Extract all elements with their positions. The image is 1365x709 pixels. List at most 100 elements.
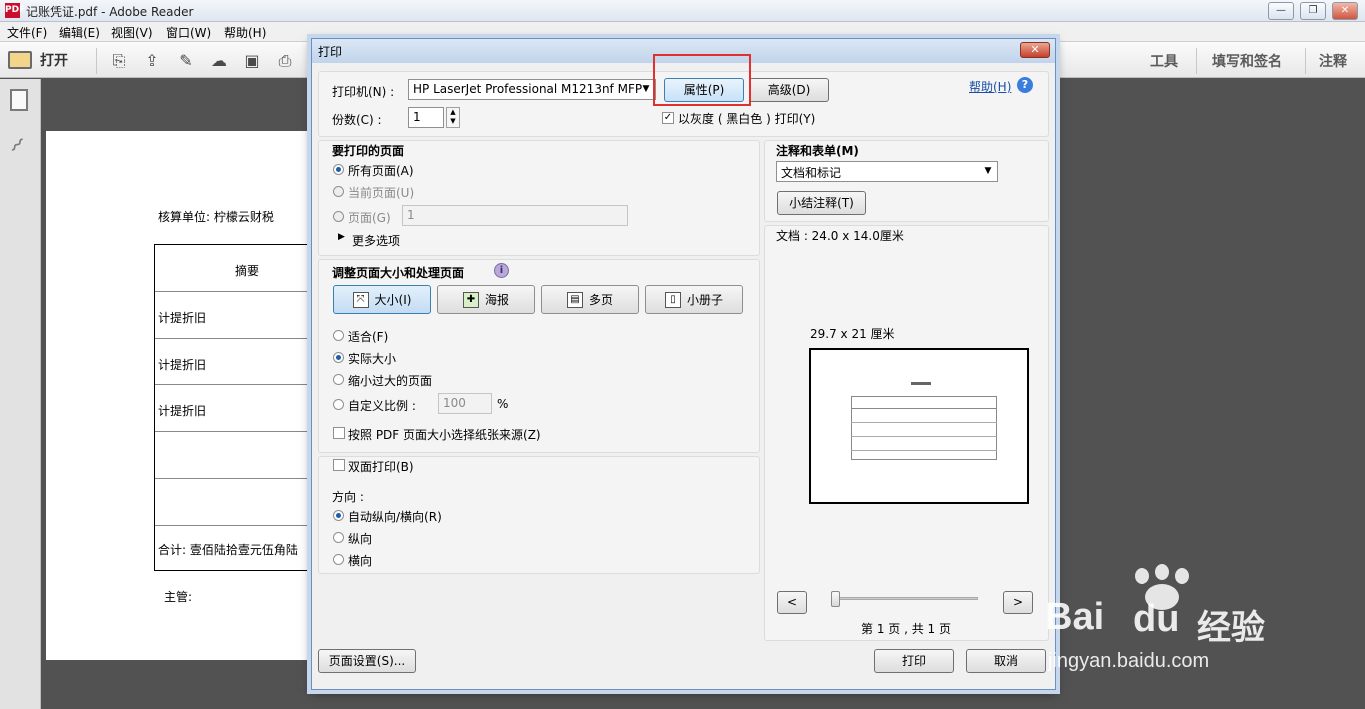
table-row: 计提折旧	[155, 339, 315, 385]
all-pages-label: 所有页面(A)	[348, 164, 414, 178]
page-range-input[interactable]: 1	[402, 205, 628, 226]
multiple-pages-button[interactable]: ▤ 多页	[541, 285, 639, 314]
edit-pdf-icon[interactable]: ✎	[175, 50, 197, 72]
current-page-radio[interactable]	[333, 186, 344, 197]
attachment-icon[interactable]: ⌇	[5, 133, 29, 157]
custom-scale-input[interactable]: 100	[438, 393, 492, 414]
print-button[interactable]: 打印	[874, 649, 954, 673]
more-options-toggle[interactable]: 更多选项	[352, 232, 400, 249]
landscape-radio[interactable]	[333, 554, 344, 565]
actual-size-radio[interactable]	[333, 352, 344, 363]
export-pdf-icon[interactable]: ⇪	[141, 50, 163, 72]
row-text: 计提折旧	[158, 404, 207, 418]
info-icon[interactable]: i	[494, 263, 509, 278]
copies-spinner[interactable]: ▲ ▼	[446, 107, 460, 128]
table-row	[155, 479, 315, 526]
grayscale-label: 以灰度 ( 黑白色 ) 打印(Y)	[678, 112, 816, 126]
menu-help[interactable]: 帮助(H)	[224, 24, 266, 41]
menu-window[interactable]: 窗口(W)	[166, 24, 211, 41]
menu-edit[interactable]: 编辑(E)	[59, 24, 100, 41]
size-mode-button[interactable]: ⤧ 大小(I)	[333, 285, 431, 314]
cancel-button[interactable]: 取消	[966, 649, 1046, 673]
paper-source-checkbox[interactable]	[333, 427, 345, 439]
preview-next-button[interactable]: >	[1003, 591, 1033, 614]
duplex-checkbox[interactable]	[333, 459, 345, 471]
tools-pane-button[interactable]: 工具	[1150, 51, 1178, 71]
booklet-label: 小册子	[686, 293, 723, 307]
save-icon[interactable]: ▣	[241, 50, 263, 72]
auto-orientation-radio[interactable]	[333, 510, 344, 521]
comments-forms-select[interactable]: 文档和标记 ▼	[776, 161, 998, 182]
portrait-radio[interactable]	[333, 532, 344, 543]
table-total-row: 合计: 壹佰陆拾壹元伍角陆	[155, 526, 315, 571]
printer-select[interactable]: HP LaserJet Professional M1213nf MFP ▼	[408, 79, 656, 100]
copies-label: 份数(C) :	[332, 113, 382, 127]
booklet-button[interactable]: ▯ 小册子	[645, 285, 743, 314]
landscape-label: 横向	[348, 554, 373, 568]
navigation-pane: ⌇	[0, 79, 41, 709]
grayscale-checkbox[interactable]: ✓	[662, 112, 674, 124]
dropdown-arrow-icon: ▼	[984, 166, 992, 176]
pdf-app-icon: PDF	[5, 3, 25, 18]
minimize-button[interactable]: —	[1268, 2, 1294, 20]
advanced-button[interactable]: 高级(D)	[749, 78, 829, 102]
comments-forms-value: 文档和标记	[781, 166, 842, 180]
shrink-radio[interactable]	[333, 374, 344, 385]
header-summary: 摘要	[235, 264, 260, 278]
auto-orientation-label: 自动纵向/横向(R)	[348, 510, 442, 524]
page-range-radio[interactable]	[333, 211, 344, 222]
comment-pane-button[interactable]: 注释	[1319, 51, 1347, 71]
row-text: 计提折旧	[158, 311, 207, 325]
all-pages-radio[interactable]	[333, 164, 344, 175]
page-setup-button[interactable]: 页面设置(S)...	[318, 649, 416, 673]
help-icon[interactable]: ?	[1017, 77, 1033, 93]
help-link[interactable]: 帮助(H)	[969, 78, 1011, 95]
menu-view[interactable]: 视图(V)	[111, 24, 153, 41]
fit-label: 适合(F)	[348, 330, 389, 344]
dialog-title: 打印	[318, 45, 343, 59]
menu-file[interactable]: 文件(F)	[7, 24, 47, 41]
dialog-close-button[interactable]: ✕	[1020, 42, 1050, 58]
fit-radio[interactable]	[333, 330, 344, 341]
supervisor-label: 主管:	[164, 590, 193, 604]
fill-sign-pane-button[interactable]: 填写和签名	[1212, 51, 1282, 71]
copies-input[interactable]: 1	[408, 107, 444, 128]
upload-cloud-icon[interactable]: ☁	[208, 50, 230, 72]
page-thumbnails-icon[interactable]	[10, 89, 28, 111]
voucher-table: 摘要 计提折旧 计提折旧 计提折旧 合计: 壹佰陆拾壹元伍角陆	[154, 244, 315, 571]
baidu-watermark: Bai du 经验 jingyan.baidu.com	[1045, 558, 1295, 678]
watermark-url: jingyan.baidu.com	[1048, 650, 1210, 672]
dropdown-arrow-icon: ▼	[642, 84, 650, 94]
toolbar-separator	[1305, 48, 1306, 74]
multiple-pages-label: 多页	[588, 293, 613, 307]
percent-label: %	[497, 397, 509, 411]
open-button-label: 打开	[40, 53, 68, 69]
title-bar: PDF 记账凭证.pdf - Adobe Reader — ❐ ✕	[0, 0, 1365, 22]
summarize-comments-button[interactable]: 小结注释(T)	[777, 191, 866, 215]
preview-zoom-slider-track[interactable]	[832, 597, 978, 600]
printer-value: HP LaserJet Professional M1213nf MFP	[413, 82, 643, 96]
preview-prev-button[interactable]: <	[777, 591, 807, 614]
table-row	[155, 432, 315, 479]
actual-size-label: 实际大小	[348, 352, 397, 366]
preview-line	[851, 422, 997, 423]
watermark-cn: 经验	[1197, 608, 1265, 648]
paper-size: 29.7 x 21 厘米	[810, 327, 895, 341]
poster-mode-button[interactable]: ✚ 海报	[437, 285, 535, 314]
window-close-button[interactable]: ✕	[1332, 2, 1358, 20]
watermark-brand: Bai	[1045, 596, 1105, 638]
open-button[interactable]: 打开	[8, 47, 68, 73]
print-icon[interactable]: ⎙	[274, 50, 296, 72]
restore-button[interactable]: ❐	[1300, 2, 1326, 20]
preview-zoom-slider-thumb[interactable]	[831, 591, 840, 607]
folder-icon	[8, 51, 32, 69]
paper-source-label: 按照 PDF 页面大小选择纸张来源(Z)	[348, 428, 541, 442]
printer-label: 打印机(N) :	[332, 85, 395, 99]
window-title: 记账凭证.pdf - Adobe Reader	[26, 5, 194, 19]
size-mode-label: 大小(I)	[374, 293, 412, 307]
expand-triangle-icon[interactable]: ▶	[338, 232, 345, 242]
poster-mode-label: 海报	[484, 293, 509, 307]
create-pdf-icon[interactable]: ⎘	[108, 50, 130, 72]
custom-scale-radio[interactable]	[333, 399, 344, 410]
shrink-label: 缩小过大的页面	[348, 374, 433, 388]
